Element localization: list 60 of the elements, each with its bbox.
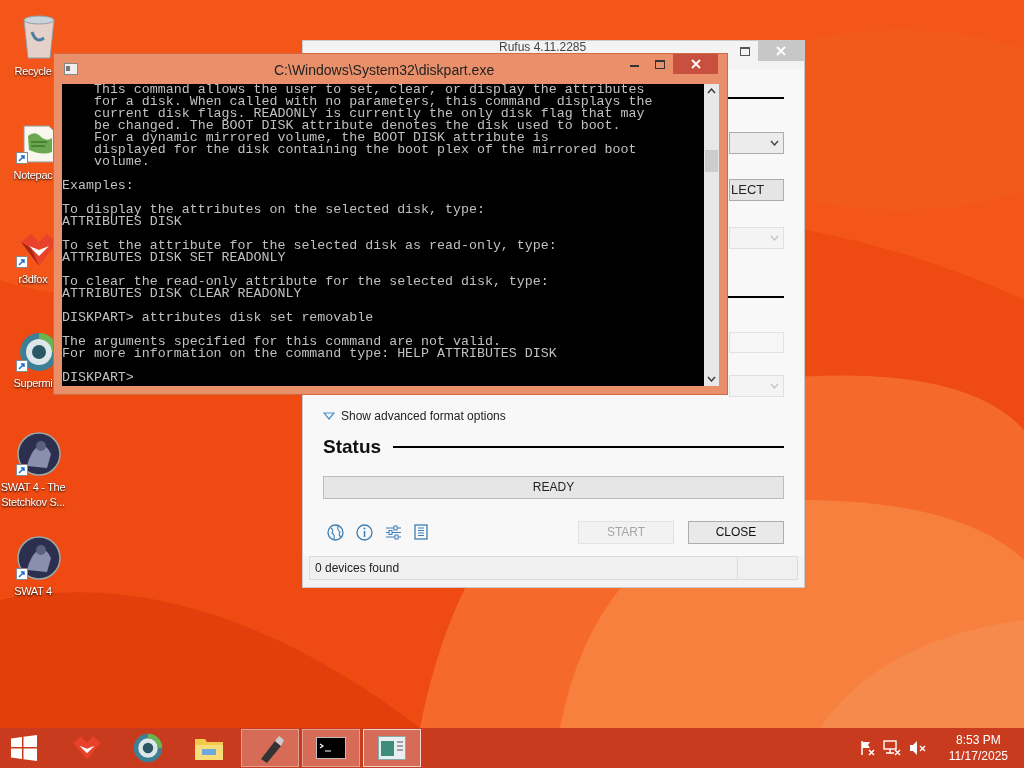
- settings-icon[interactable]: [385, 524, 402, 540]
- text-field[interactable]: [729, 332, 784, 353]
- window-title: C:\Windows\System32\diskpart.exe: [274, 61, 495, 80]
- status-text: 0 devices found: [314, 560, 401, 577]
- shortcut-label[interactable]: Notepac: [13, 168, 53, 183]
- shortcut-label[interactable]: Supermi: [13, 376, 53, 391]
- action-button[interactable]: CLOSE: [688, 520, 784, 544]
- console-line: This command allows the user to set, clear, or display the attributes: [92, 84, 645, 96]
- window-title: Rufus 4.11.2285: [499, 41, 587, 53]
- shortcut-label[interactable]: SWAT 4: [14, 584, 52, 599]
- console-line: displayed for the disk containing the boot plex of the mirrored boot: [92, 144, 638, 156]
- console-line: current disk flags. READONLY is currently the only disk flag that may: [92, 108, 646, 120]
- console-line: ATTRIBUTES DISK SET READONLY: [62, 252, 287, 264]
- close-icon: [776, 46, 786, 56]
- clock[interactable]: 8:53 PM 11/17/2025: [948, 732, 1008, 764]
- game-icon: [17, 432, 61, 476]
- select-button[interactable]: LECT: [729, 179, 784, 201]
- console-line: be changed. The BOOT DISK attribute denotes the disk used to boot.: [92, 120, 621, 132]
- console-app-icon: [64, 63, 78, 75]
- console-icon: [316, 737, 346, 759]
- console-line: For a dynamic mirrored volume, the BOOT DISK attribute is: [92, 132, 549, 144]
- console-line: ATTRIBUTES DISK CLEAR READONLY: [62, 288, 303, 300]
- console-line: The arguments specified for this command are not valid.: [62, 336, 501, 348]
- close-button[interactable]: [673, 54, 718, 74]
- maximize-icon: [655, 59, 665, 69]
- console-line: For more information on the command type: HELP ATTRIBUTES DISK: [62, 348, 558, 360]
- section-heading: Status: [323, 435, 382, 459]
- taskbar-button[interactable]: [241, 729, 299, 767]
- console-line: DISKPART>: [62, 372, 135, 384]
- chevron-down-icon: [770, 140, 779, 146]
- console-line: To display the attributes on the selected disk, type:: [62, 204, 486, 216]
- windows-logo-icon: [11, 735, 37, 761]
- log-icon[interactable]: [414, 524, 428, 540]
- shortcut-label[interactable]: r3dfox: [18, 272, 48, 287]
- fox-icon: [71, 735, 103, 761]
- chevron-down-icon: [770, 383, 779, 389]
- shortcut-label[interactable]: Recycle: [14, 64, 52, 79]
- triangle-icon: [323, 412, 335, 420]
- maximize-icon: [740, 46, 750, 56]
- scroll-thumb[interactable]: [705, 150, 718, 172]
- info-icon[interactable]: [356, 523, 373, 541]
- console-line: for a disk. When called with no parameters, this command displays the: [92, 96, 654, 108]
- console-line: volume.: [92, 156, 150, 168]
- flag-icon[interactable]: [858, 740, 875, 756]
- advanced-options-toggle[interactable]: Show advanced format options: [323, 407, 506, 425]
- game-icon: [17, 536, 61, 580]
- drive-window-icon: [378, 736, 406, 760]
- minimize-icon: [629, 65, 639, 67]
- console-line: To clear the read-only attribute for the selected disk, type:: [62, 276, 550, 288]
- close-icon: [690, 59, 701, 69]
- console-line: Examples:: [62, 180, 135, 192]
- taskbar-button[interactable]: [302, 729, 360, 767]
- network-icon[interactable]: [882, 740, 901, 756]
- console-line: To set the attribute for the selected disk as read-only, type:: [62, 240, 558, 252]
- chevron-down-icon: [770, 235, 779, 241]
- shortcut-label[interactable]: SWAT 4 - The Stetchkov S...: [0, 480, 69, 510]
- muted-speaker-icon[interactable]: [908, 740, 927, 756]
- scrollbar[interactable]: [704, 84, 719, 386]
- console-line: DISKPART> attributes disk set removable: [62, 312, 375, 324]
- console-line: ATTRIBUTES DISK: [62, 216, 183, 228]
